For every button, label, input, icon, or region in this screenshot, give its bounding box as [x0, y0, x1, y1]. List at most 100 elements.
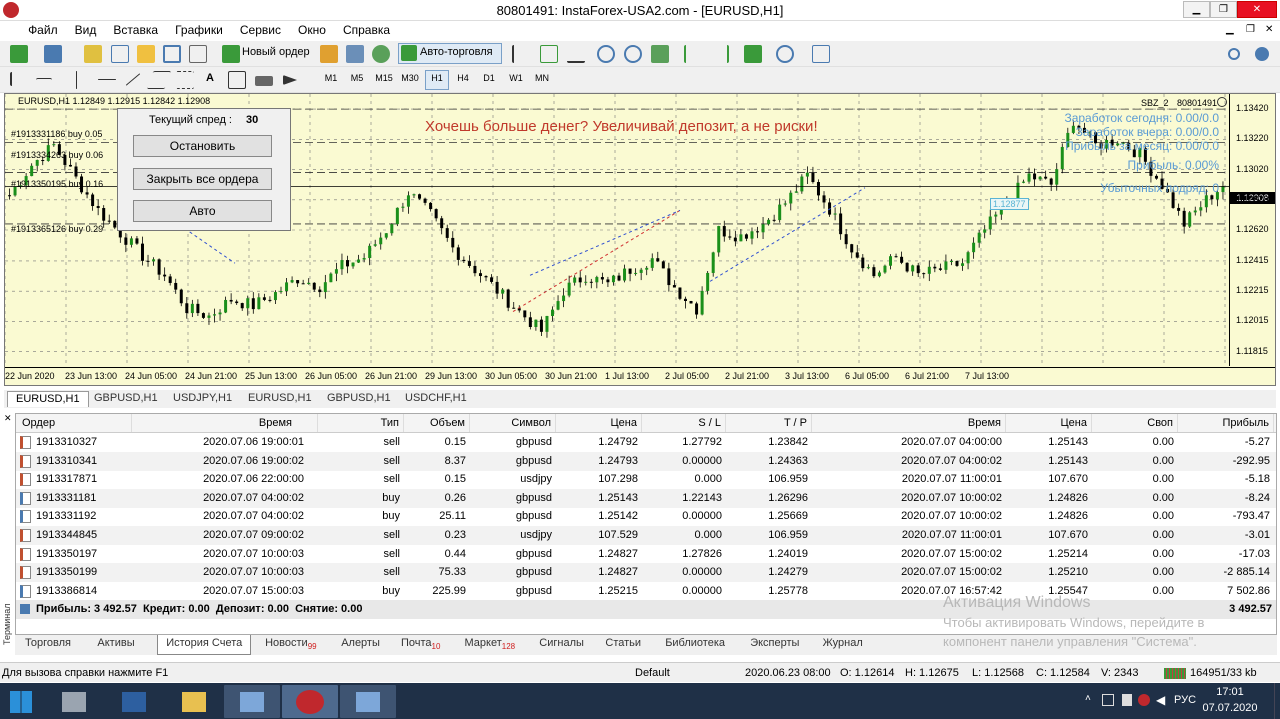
tab-trade[interactable]: Торговля [25, 637, 71, 649]
show-desktop-button[interactable] [1274, 683, 1280, 719]
minimize-button[interactable]: ▁ [1183, 1, 1210, 18]
crosshair-icon[interactable] [36, 78, 52, 94]
bar-chart-icon[interactable] [512, 45, 530, 63]
status-profile[interactable]: Default [635, 667, 670, 679]
tray-flag-icon[interactable] [1122, 694, 1132, 706]
col-close-price[interactable]: Цена [1006, 414, 1092, 432]
remote-desktop-task[interactable] [224, 685, 280, 718]
col-type[interactable]: Тип [318, 414, 404, 432]
stop-button[interactable]: Остановить [133, 135, 272, 157]
chart-shift-icon[interactable] [711, 45, 729, 63]
tab-articles[interactable]: Статьи [605, 637, 641, 649]
table-row[interactable]: 1913350197 2020.07.07 10:00:03 sell 0.44 gbp… [16, 545, 1276, 564]
search-icon[interactable] [1228, 48, 1240, 60]
zoom-in-icon[interactable] [597, 45, 615, 63]
col-symbol[interactable]: Символ [470, 414, 556, 432]
new-chart-icon[interactable] [10, 45, 28, 63]
community-icon[interactable] [372, 45, 390, 63]
zoom-out-icon[interactable] [624, 45, 642, 63]
start-button[interactable] [10, 691, 32, 713]
tray-date[interactable]: 07.07.2020 [1200, 702, 1260, 714]
market-watch-icon[interactable] [84, 45, 102, 63]
channel-icon[interactable] [146, 71, 172, 89]
metaeditor-icon[interactable] [320, 45, 338, 63]
tf-h4[interactable]: H4 [452, 73, 474, 83]
navigator-icon[interactable] [137, 45, 155, 63]
table-row[interactable]: 1913350199 2020.07.07 10:00:03 sell 75.33 gb… [16, 563, 1276, 583]
cursor-icon[interactable] [10, 72, 22, 86]
table-row[interactable]: 1913310327 2020.07.06 19:00:01 sell 0.15 gbp… [16, 433, 1276, 452]
tab-experts[interactable]: Эксперты [750, 637, 799, 649]
tab-signals[interactable]: Сигналы [539, 637, 584, 649]
col-sl[interactable]: S / L [642, 414, 726, 432]
tf-w1[interactable]: W1 [505, 73, 527, 83]
col-volume[interactable]: Объем [404, 414, 470, 432]
templates-icon[interactable] [812, 45, 830, 63]
text-icon[interactable]: A [206, 72, 214, 84]
table-row[interactable]: 1913331192 2020.07.07 04:00:02 buy 25.11 gbp… [16, 507, 1276, 526]
tab-alerts[interactable]: Алерты [341, 637, 380, 649]
signals-icon[interactable] [346, 45, 364, 63]
new-order-button[interactable]: Новый ордер [242, 46, 310, 58]
tab-usdchf-h1[interactable]: USDCHF,H1 [397, 391, 475, 407]
tile-windows-icon[interactable] [651, 45, 669, 63]
tab-gbpusd-h1[interactable]: GBPUSD,H1 [319, 391, 399, 407]
arrows-icon[interactable] [283, 75, 297, 85]
tab-journal[interactable]: Журнал [823, 637, 863, 649]
terminal-close-icon[interactable]: ✕ [4, 413, 12, 424]
tester-icon[interactable] [189, 45, 207, 63]
tab-eurusd-h1[interactable]: EURUSD,H1 [240, 391, 320, 407]
col-order[interactable]: Ордер [22, 414, 132, 432]
candle-chart-icon[interactable] [540, 45, 558, 63]
close-button[interactable]: ✕ [1237, 1, 1277, 18]
mdi-restore-button[interactable]: ❐ [1246, 24, 1255, 35]
tab-code-base[interactable]: Библиотека [665, 637, 725, 649]
tf-h1[interactable]: H1 [426, 73, 448, 83]
server-manager-task[interactable] [46, 685, 102, 718]
terminal-icon[interactable] [163, 45, 181, 63]
table-row[interactable]: 1913344845 2020.07.07 09:00:02 sell 0.23 usd… [16, 526, 1276, 545]
mdi-close-button[interactable]: ✕ [1265, 24, 1273, 35]
remote-desktop-task-2[interactable] [340, 685, 396, 718]
tf-m30[interactable]: M30 [399, 73, 421, 83]
col-open-time[interactable]: Время [132, 414, 318, 432]
periods-icon[interactable] [776, 45, 794, 63]
tab-gbpusd-h1[interactable]: GBPUSD,H1 [86, 391, 166, 407]
profiles-icon[interactable] [44, 45, 62, 63]
tray-network-icon[interactable] [1102, 694, 1114, 706]
col-swap[interactable]: Своп [1092, 414, 1178, 432]
maximize-button[interactable]: ❐ [1210, 1, 1237, 18]
menu-window[interactable]: Окно [291, 21, 333, 39]
tab-account-history[interactable]: История Счета [157, 635, 252, 655]
auto-button[interactable]: Авто [133, 200, 272, 222]
vertical-line-icon[interactable] [76, 71, 77, 89]
menu-help[interactable]: Справка [336, 21, 397, 39]
metatrader-task[interactable] [282, 685, 338, 718]
data-window-icon[interactable] [111, 45, 129, 63]
powershell-task[interactable] [106, 685, 162, 718]
text-label-icon[interactable] [228, 71, 246, 89]
horizontal-line-icon[interactable] [98, 79, 116, 80]
tf-m15[interactable]: M15 [373, 73, 395, 83]
tab-exposure[interactable]: Активы [97, 637, 134, 649]
menu-tools[interactable]: Сервис [233, 21, 288, 39]
indicators-icon[interactable] [744, 45, 762, 63]
tray-up-icon[interactable]: ˄ [1085, 693, 1091, 704]
menu-view[interactable]: Вид [68, 21, 104, 39]
menu-insert[interactable]: Вставка [106, 21, 165, 39]
tab-market[interactable]: Маркет128 [465, 637, 516, 651]
tray-app-icon[interactable] [1138, 694, 1150, 706]
close-all-orders-button[interactable]: Закрыть все ордера [133, 168, 272, 190]
tab-usdjpy-h1[interactable]: USDJPY,H1 [165, 391, 240, 407]
rectangle-icon[interactable] [255, 76, 273, 86]
tf-m1[interactable]: M1 [320, 73, 342, 83]
mdi-minimize-button[interactable]: ▁ [1226, 24, 1234, 35]
tf-mn[interactable]: MN [531, 73, 553, 83]
col-tp[interactable]: T / P [726, 414, 812, 432]
new-order-icon[interactable] [222, 45, 240, 63]
tray-volume-icon[interactable]: ◀ [1156, 693, 1165, 707]
fibonacci-icon[interactable] [176, 71, 194, 89]
tray-language[interactable]: РУС [1174, 694, 1196, 706]
col-close-time[interactable]: Время [812, 414, 1006, 432]
table-row[interactable]: 1913331181 2020.07.07 04:00:02 buy 0.26 gbpu… [16, 488, 1276, 508]
